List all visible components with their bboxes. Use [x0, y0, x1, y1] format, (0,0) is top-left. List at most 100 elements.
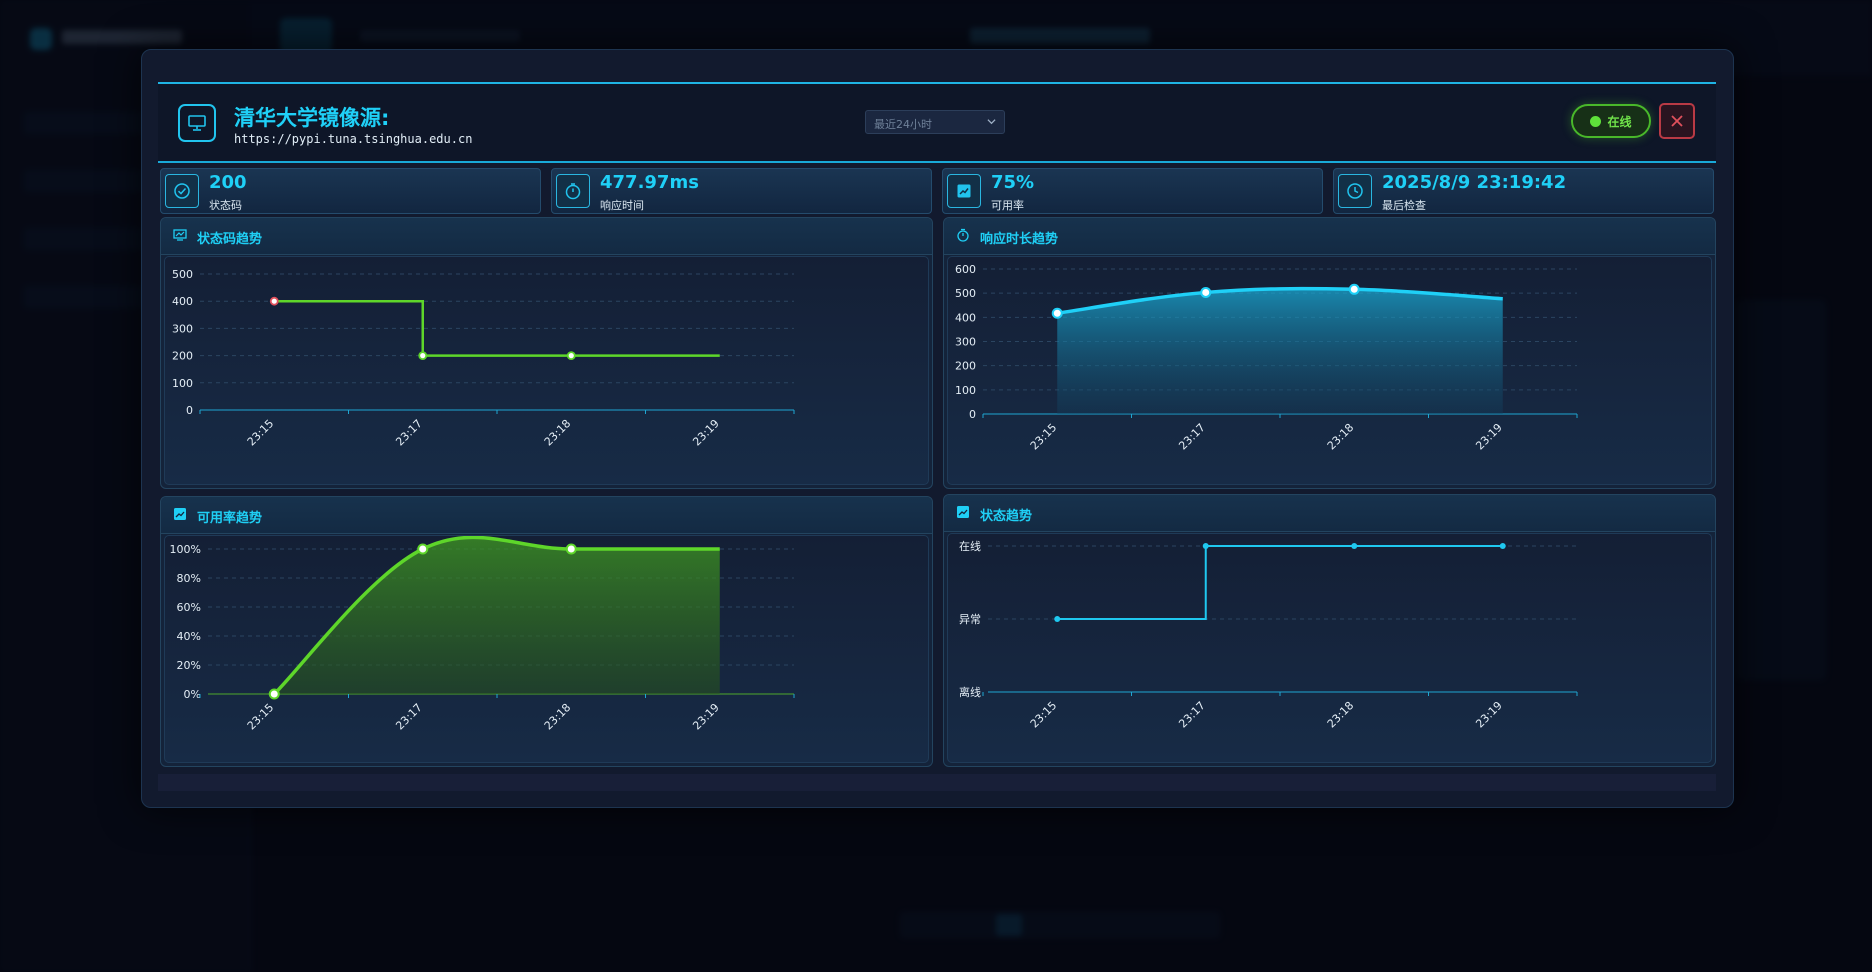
stat-label: 响应时间 — [600, 199, 644, 212]
stat-card-status-code: 200 状态码 — [160, 168, 541, 214]
y-tick-label: 600 — [955, 263, 976, 276]
modal-content: 清华大学镜像源: https://pypi.tuna.tsinghua.edu.… — [158, 82, 1716, 791]
x-tick-label: 23:15 — [1028, 699, 1060, 731]
x-tick-label: 23:15 — [1028, 421, 1060, 453]
y-tick-label: 500 — [172, 268, 193, 281]
panel-title: 状态趋势 — [980, 509, 1033, 524]
check-circle-icon — [165, 174, 199, 208]
y-tick-label: 100 — [172, 377, 193, 390]
panel-title: 状态码趋势 — [197, 232, 263, 247]
mirror-url: https://pypi.tuna.tsinghua.edu.cn — [234, 132, 473, 146]
status-badge: 在线 — [1571, 104, 1651, 138]
status-text: 在线 — [1607, 114, 1632, 129]
y-tick-label: 0 — [186, 404, 193, 417]
close-icon — [1671, 115, 1683, 127]
y-tick-label: 80% — [177, 572, 201, 585]
panel-header: 可用率趋势 — [161, 497, 932, 534]
x-tick-label: 23:18 — [542, 417, 574, 449]
y-tick-label: 400 — [172, 295, 193, 308]
data-point — [1499, 543, 1506, 549]
y-tick-label: 异常 — [959, 613, 981, 626]
y-tick-label: 200 — [955, 360, 976, 373]
data-point — [1202, 543, 1209, 549]
series-line — [1057, 545, 1503, 620]
x-tick-label: 23:19 — [1473, 699, 1505, 731]
y-tick-label: 200 — [172, 350, 193, 363]
panel-title: 响应时长趋势 — [980, 232, 1059, 247]
y-tick-label: 在线 — [959, 539, 981, 553]
response-time-chart-panel: 响应时长趋势 0 100 200 300 400 500 600 23:15 23:17 23:1… — [943, 217, 1716, 489]
stat-value: 477.97ms — [600, 172, 699, 193]
time-range-select[interactable]: 最近24小时 — [865, 110, 1005, 134]
response-time-chart-svg: 0 100 200 300 400 500 600 23:15 23:17 23:18 23:19 — [955, 263, 1578, 453]
online-dot-icon — [1590, 115, 1602, 127]
y-tick-label: 300 — [172, 322, 193, 335]
y-tick-label: 0% — [184, 688, 201, 701]
series-area — [274, 537, 720, 694]
availability-chart-svg: 0% 20% 40% 60% 80% 100% 23:15 23:17 23:18 23:19 — [170, 536, 795, 733]
y-tick-label: 300 — [955, 336, 976, 349]
data-point — [418, 351, 428, 360]
availability-chart-panel: 可用率趋势 0% 20% 40% 60% 80% 100% 23:15 23:17 23:18 2… — [160, 496, 933, 767]
x-tick-label: 23:19 — [1473, 421, 1505, 453]
stat-label: 状态码 — [209, 199, 242, 212]
y-tick-label: 500 — [955, 287, 976, 300]
chart-icon — [947, 174, 981, 208]
y-tick-label: 40% — [177, 630, 201, 643]
data-point — [268, 688, 280, 700]
status-code-chart: 0 100 200 300 400 500 23:15 23:17 23:18 23:19 — [164, 256, 929, 485]
monitor-icon — [178, 104, 216, 142]
data-point — [565, 543, 577, 555]
panel-header: 响应时长趋势 — [944, 218, 1715, 255]
clock-icon — [1338, 174, 1372, 208]
x-tick-label: 23:18 — [1325, 421, 1357, 453]
stat-value: 75% — [991, 172, 1035, 193]
x-tick-label: 23:17 — [393, 701, 425, 733]
stat-value: 200 — [209, 172, 247, 193]
x-tick-label: 23:18 — [542, 701, 574, 733]
time-range-value: 最近24小时 — [874, 118, 932, 131]
x-tick-label: 23:17 — [393, 417, 425, 449]
stopwatch-icon — [957, 228, 969, 242]
stat-label: 最后检查 — [1382, 199, 1426, 212]
panel-header: 状态趋势 — [944, 495, 1715, 532]
y-tick-label: 100% — [170, 543, 201, 556]
data-point — [1051, 307, 1063, 319]
data-point — [1351, 543, 1358, 549]
mirror-title: 清华大学镜像源: — [234, 106, 390, 130]
availability-chart: 0% 20% 40% 60% 80% 100% 23:15 23:17 23:18 23:19 — [164, 535, 929, 763]
response-time-chart: 0 100 200 300 400 500 600 23:15 23:17 23:18 23:19 — [947, 256, 1712, 485]
status-trend-chart-svg: 离线 异常 在线 23:15 23:17 23:18 23:19 — [959, 539, 1578, 731]
chart-icon — [957, 506, 969, 518]
stat-card-availability: 75% 可用率 — [942, 168, 1323, 214]
panel-title: 可用率趋势 — [197, 511, 263, 526]
x-tick-label: 23:19 — [690, 701, 722, 733]
series-area — [1057, 288, 1503, 414]
x-tick-label: 23:18 — [1325, 699, 1357, 731]
x-tick-label: 23:15 — [245, 417, 277, 449]
status-trend-chart-panel: 状态趋势 离线 异常 在线 23:15 23:17 23:18 23:19 — [943, 494, 1716, 767]
y-tick-label: 离线 — [959, 685, 981, 699]
stat-label: 可用率 — [991, 199, 1024, 212]
chart-icon — [174, 508, 186, 520]
stat-value: 2025/8/9 23:19:42 — [1382, 172, 1567, 193]
panel-header: 状态码趋势 — [161, 218, 932, 255]
status-trend-chart: 离线 异常 在线 23:15 23:17 23:18 23:19 — [947, 533, 1712, 763]
data-point — [417, 543, 429, 555]
data-point — [566, 351, 576, 360]
x-tick-label: 23:15 — [245, 701, 277, 733]
status-code-chart-svg: 0 100 200 300 400 500 23:15 23:17 23:18 23:19 — [172, 268, 795, 449]
stat-card-response-time: 477.97ms 响应时间 — [551, 168, 932, 214]
stat-card-last-check: 2025/8/9 23:19:42 最后检查 — [1333, 168, 1714, 214]
y-tick-label: 100 — [955, 384, 976, 397]
trend-icon — [173, 229, 187, 241]
y-tick-label: 20% — [177, 659, 201, 672]
data-point — [269, 296, 279, 306]
mirror-detail-modal: 清华大学镜像源: https://pypi.tuna.tsinghua.edu.… — [141, 49, 1734, 808]
data-point — [1200, 286, 1212, 298]
close-button[interactable] — [1659, 103, 1695, 139]
y-tick-label: 60% — [177, 601, 201, 614]
data-point — [1054, 616, 1061, 622]
modal-header: 清华大学镜像源: https://pypi.tuna.tsinghua.edu.… — [158, 84, 1716, 163]
x-tick-label: 23:19 — [690, 417, 722, 449]
